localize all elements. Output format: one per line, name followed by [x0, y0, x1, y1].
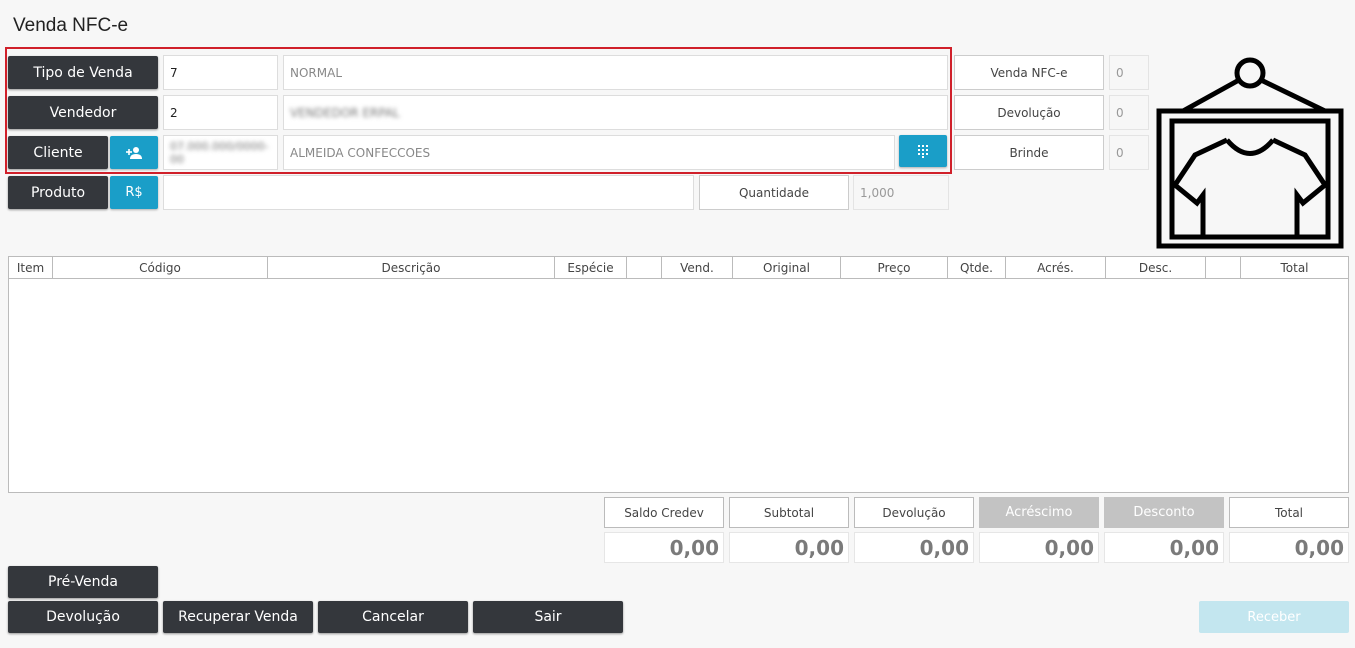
col-item[interactable]: Item [9, 257, 53, 279]
col-preco[interactable]: Preço [841, 257, 948, 279]
devolucao-total-value: 0,00 [854, 532, 974, 563]
brinde-label: Brinde [954, 135, 1104, 170]
col-blank-2[interactable] [1206, 257, 1241, 279]
col-total[interactable]: Total [1241, 257, 1348, 279]
produto-input[interactable] [163, 175, 694, 210]
devolucao-total-label: Devolução [854, 497, 974, 528]
brinde-value: 0 [1109, 135, 1149, 170]
col-qtde[interactable]: Qtde. [948, 257, 1006, 279]
devolucao-info-value: 0 [1109, 95, 1149, 130]
table-header: Item Código Descrição Espécie Vend. Orig… [9, 257, 1348, 279]
col-descricao[interactable]: Descrição [268, 257, 555, 279]
acrescimo-button[interactable]: Acréscimo [979, 497, 1099, 528]
produto-button[interactable]: Produto [8, 176, 108, 209]
col-vend[interactable]: Vend. [662, 257, 733, 279]
page-title: Venda NFC-e [13, 15, 129, 36]
cancelar-button[interactable]: Cancelar [318, 601, 468, 633]
col-especie[interactable]: Espécie [555, 257, 627, 279]
col-acres[interactable]: Acrés. [1006, 257, 1106, 279]
selection-highlight [5, 47, 952, 174]
total-label: Total [1229, 497, 1349, 528]
saldo-credev-value: 0,00 [604, 532, 724, 563]
subtotal-label: Subtotal [729, 497, 849, 528]
quantidade-label: Quantidade [699, 175, 849, 210]
col-original[interactable]: Original [733, 257, 841, 279]
devolucao-button[interactable]: Devolução [8, 601, 158, 633]
total-value: 0,00 [1229, 532, 1349, 563]
desconto-value: 0,00 [1104, 532, 1224, 563]
desconto-button[interactable]: Desconto [1104, 497, 1224, 528]
receber-button[interactable]: Receber [1199, 601, 1349, 633]
acrescimo-value: 0,00 [979, 532, 1099, 563]
saldo-credev-label: Saldo Credev [604, 497, 724, 528]
items-table[interactable]: Item Código Descrição Espécie Vend. Orig… [8, 256, 1349, 493]
venda-nfce-value: 0 [1109, 55, 1149, 90]
col-blank-1[interactable] [627, 257, 662, 279]
devolucao-info-label: Devolução [954, 95, 1104, 130]
subtotal-value: 0,00 [729, 532, 849, 563]
sair-button[interactable]: Sair [473, 601, 623, 633]
price-button[interactable]: R$ [110, 176, 158, 209]
col-codigo[interactable]: Código [53, 257, 268, 279]
clothing-store-icon [1156, 57, 1344, 249]
col-desc[interactable]: Desc. [1106, 257, 1206, 279]
venda-nfce-label: Venda NFC-e [954, 55, 1104, 90]
recuperar-venda-button[interactable]: Recuperar Venda [163, 601, 313, 633]
quantidade-input[interactable]: 1,000 [853, 175, 949, 210]
pre-venda-button[interactable]: Pré-Venda [8, 566, 158, 598]
currency-icon: R$ [125, 185, 143, 200]
